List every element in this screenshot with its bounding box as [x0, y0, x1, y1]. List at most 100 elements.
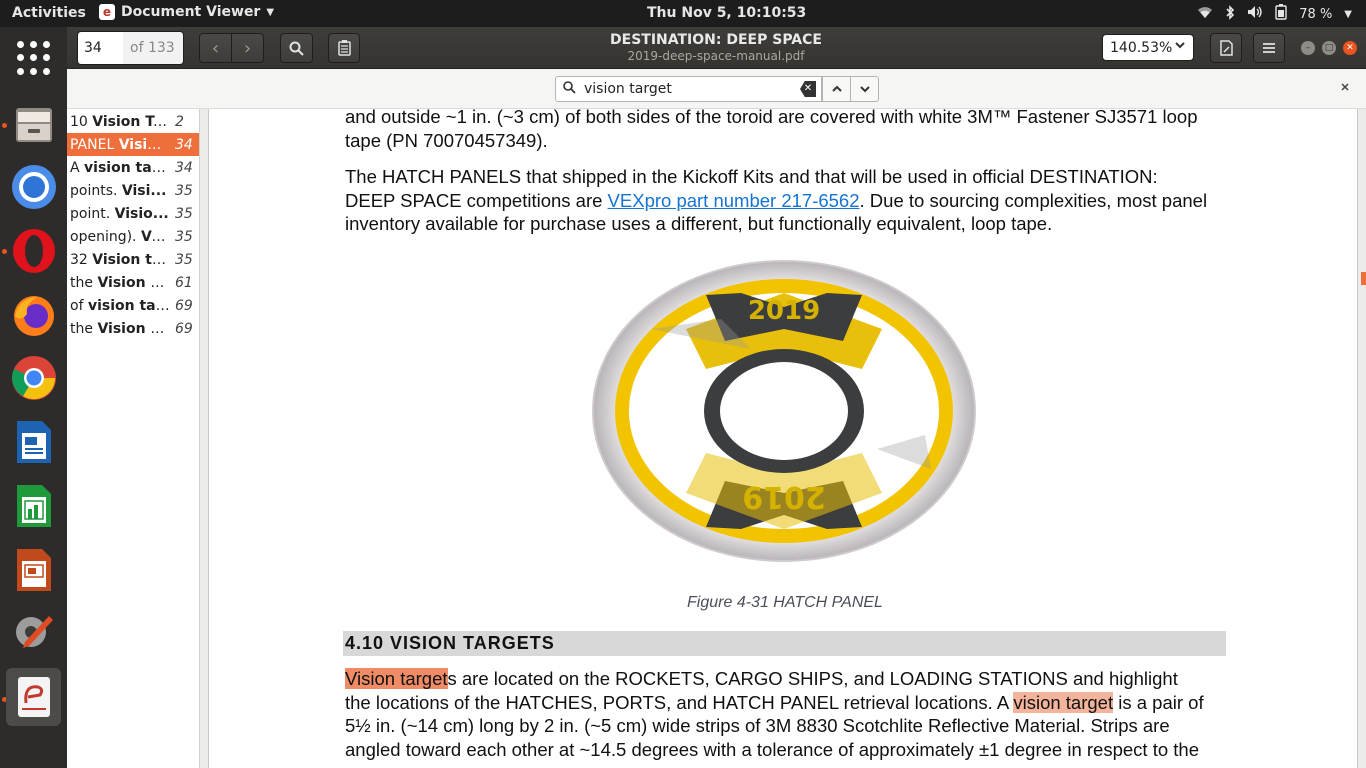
search-icon	[289, 41, 304, 56]
search-result-row[interactable]: points. Visi... 35	[67, 179, 199, 202]
result-context: point.	[70, 205, 115, 222]
chrome-launcher[interactable]	[6, 349, 61, 407]
result-match: Visio...	[114, 205, 169, 222]
find-button[interactable]	[280, 33, 313, 63]
search-result-row[interactable]: 32 Vision ta... 35	[67, 248, 199, 271]
maximize-button[interactable]: □	[1322, 41, 1336, 55]
chrome-icon	[11, 356, 56, 400]
find-bar: ✕	[67, 69, 1366, 109]
paragraph-1: and outside ~1 in. (~3 cm) of both sides…	[345, 109, 1235, 152]
search-result-row[interactable]: opening). Vi... 35	[67, 225, 199, 248]
result-page: 35	[175, 182, 193, 199]
wifi-icon	[1197, 5, 1213, 23]
menu-button[interactable]	[1253, 33, 1285, 63]
activities-button[interactable]: Activities	[12, 5, 86, 21]
search-result-row[interactable]: of vision ta... 69	[67, 294, 199, 317]
result-snippet: points. Visi...	[70, 183, 170, 199]
document-viewer-window: of 133 ‹ › DESTINATION: DEEP SPACE 2019-…	[67, 27, 1366, 768]
search-result-row[interactable]: PANEL Visio... 34	[67, 133, 199, 156]
result-match: vision tar...	[84, 159, 170, 176]
find-input[interactable]	[584, 81, 794, 97]
result-page: 35	[175, 205, 193, 222]
result-match: Vision T...	[97, 274, 170, 291]
result-context: of	[70, 297, 88, 314]
result-page: 2	[175, 113, 184, 130]
result-context: points.	[70, 182, 122, 199]
search-match: vision target	[1013, 691, 1114, 713]
close-find-bar-button[interactable]	[1340, 81, 1350, 96]
result-snippet: PANEL Visio...	[70, 137, 170, 153]
figure-year-top: 2019	[748, 296, 820, 326]
result-context: the	[70, 320, 98, 337]
search-result-row[interactable]: the Vision T... 69	[67, 317, 199, 340]
chromium-launcher[interactable]	[6, 158, 61, 216]
chromium-icon	[11, 165, 56, 209]
impress-launcher[interactable]	[6, 541, 61, 599]
find-next-button[interactable]	[850, 77, 878, 101]
result-page: 34	[175, 136, 193, 153]
app-grid-icon	[16, 41, 51, 75]
chevron-right-icon: ›	[243, 37, 252, 59]
settings-launcher[interactable]	[6, 604, 61, 662]
result-match: Vision Ta...	[92, 113, 170, 130]
hatch-panel-figure: 2019 2019	[592, 260, 976, 562]
app-menu[interactable]: e Document Viewer ▼	[99, 4, 274, 20]
paragraph-line: tape (PN 70070457349).	[345, 129, 548, 151]
section-heading: 4.10 VISION TARGETS	[343, 631, 1226, 656]
sidebar-toggle-button[interactable]	[328, 33, 360, 63]
result-context: 10	[70, 113, 93, 130]
search-result-row[interactable]: A vision tar... 34	[67, 156, 199, 179]
impress-icon	[16, 549, 51, 591]
text-run: is a pair of	[1113, 691, 1204, 713]
result-page: 35	[175, 228, 193, 245]
search-result-row[interactable]: the Vision T... 61	[67, 271, 199, 294]
chevron-down-icon	[1174, 39, 1186, 55]
close-window-button[interactable]: ✕	[1343, 41, 1357, 55]
text-run: DEEP SPACE competitions are	[345, 189, 608, 211]
system-tray[interactable]: 78 % ▼	[1197, 4, 1352, 24]
text-run: s are located on the ROCKETS, CARGO SHIP…	[447, 668, 1178, 689]
previous-page-button[interactable]: ‹	[200, 34, 231, 62]
chevron-down-icon: ▼	[266, 6, 275, 18]
battery-icon	[1275, 4, 1287, 24]
next-page-button[interactable]: ›	[231, 34, 263, 62]
firefox-launcher[interactable]	[6, 286, 61, 344]
maximize-icon: □	[1324, 43, 1334, 53]
result-page: 35	[175, 251, 193, 268]
chevron-up-icon	[831, 85, 842, 92]
vexpro-link[interactable]: VEXpro part number 217-6562	[608, 190, 860, 211]
result-context: A	[70, 159, 85, 176]
search-result-row[interactable]: 10 Vision Ta... 2	[67, 110, 199, 133]
files-launcher[interactable]	[6, 95, 61, 153]
result-context: opening).	[70, 228, 141, 245]
document-view[interactable]: and outside ~1 in. (~3 cm) of both sides…	[200, 109, 1366, 768]
find-entry: ✕	[555, 76, 822, 102]
minimize-button[interactable]: –	[1301, 41, 1315, 55]
show-applications-button[interactable]	[6, 29, 61, 87]
figure-caption: Figure 4-31 HATCH PANEL	[687, 594, 883, 611]
document-viewer-launcher[interactable]	[6, 668, 61, 726]
paragraph-line: DEEP SPACE competitions are VEXpro part …	[345, 189, 1235, 213]
battery-percent: 78 %	[1299, 6, 1333, 22]
document-page: and outside ~1 in. (~3 cm) of both sides…	[208, 109, 1358, 768]
chevron-left-icon: ‹	[211, 37, 220, 59]
paragraph-2: The HATCH PANELS that shipped in the Kic…	[345, 165, 1235, 236]
writer-launcher[interactable]	[6, 413, 61, 471]
document-edit-icon	[1219, 40, 1233, 56]
clock[interactable]: Thu Nov 5, 10:10:53	[647, 5, 806, 21]
calc-icon	[16, 485, 51, 527]
document-viewer-icon	[17, 677, 50, 717]
find-previous-button[interactable]	[823, 77, 850, 101]
calc-launcher[interactable]	[6, 477, 61, 535]
result-snippet: 32 Vision ta...	[70, 252, 170, 268]
annotations-button[interactable]	[1210, 33, 1242, 63]
result-page: 69	[175, 320, 193, 337]
clear-search-icon[interactable]: ✕	[800, 81, 816, 97]
window-title: DESTINATION: DEEP SPACE	[610, 32, 822, 48]
opera-launcher[interactable]	[6, 222, 61, 280]
page-number-input[interactable]	[78, 32, 123, 64]
search-result-row[interactable]: point. Visio... 35	[67, 202, 199, 225]
result-snippet: of vision ta...	[70, 298, 170, 314]
document-viewer-small-icon: e	[99, 4, 115, 20]
zoom-selector[interactable]: 140.53%	[1102, 34, 1194, 61]
